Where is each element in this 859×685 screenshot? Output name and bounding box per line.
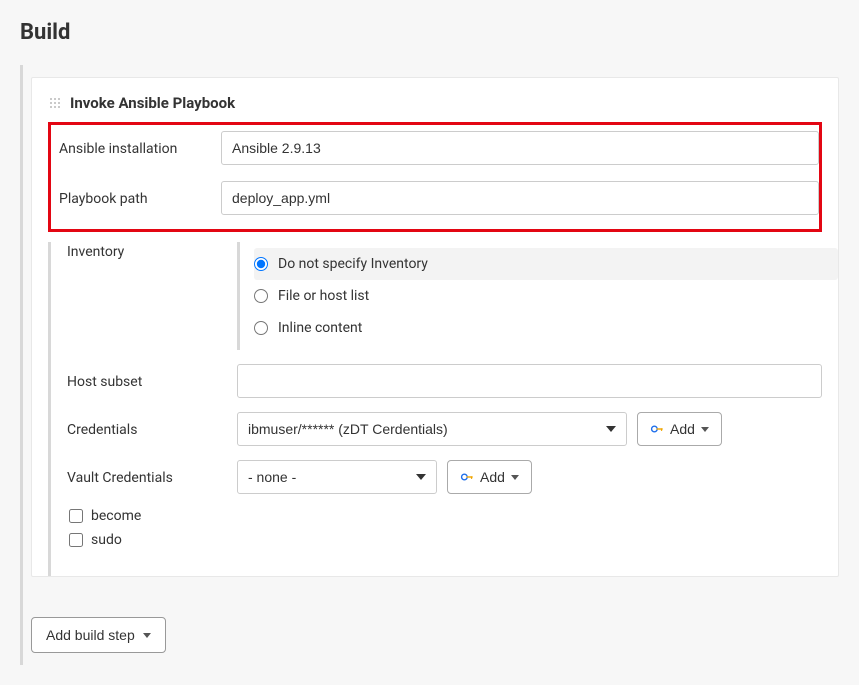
- add-build-step-button[interactable]: Add build step: [31, 617, 166, 653]
- label-inventory: Inventory: [67, 242, 217, 260]
- row-credentials: Credentials ibmuser/****** (zDT Cerdenti…: [67, 412, 822, 446]
- checkbox-become[interactable]: become: [67, 508, 822, 524]
- row-host-subset: Host subset: [67, 364, 822, 398]
- inventory-radio-group: Do not specify Inventory File or host li…: [237, 242, 822, 350]
- highlighted-region: Ansible installation Playbook path: [48, 122, 822, 232]
- radio-inventory-file[interactable]: File or host list: [254, 280, 822, 312]
- caret-down-icon: [143, 633, 151, 638]
- caret-down-icon: [511, 475, 519, 480]
- radio-input-inventory-none[interactable]: [254, 257, 268, 271]
- checkbox-label-sudo: sudo: [91, 532, 122, 548]
- input-playbook-path[interactable]: [221, 181, 819, 215]
- radio-inventory-none[interactable]: Do not specify Inventory: [254, 248, 838, 280]
- build-step-header: Invoke Ansible Playbook: [48, 94, 822, 112]
- row-playbook-path: Playbook path: [51, 177, 819, 219]
- add-vault-credentials-button[interactable]: Add: [447, 460, 532, 494]
- radio-label-inventory-none: Do not specify Inventory: [278, 256, 428, 272]
- add-credentials-label: Add: [670, 421, 695, 437]
- build-step-body: Inventory Do not specify Inventory File …: [48, 242, 822, 576]
- add-vault-credentials-label: Add: [480, 469, 505, 485]
- footer-actions: Add build step: [31, 617, 839, 653]
- radio-input-inventory-file[interactable]: [254, 289, 268, 303]
- add-credentials-button[interactable]: Add: [637, 412, 722, 446]
- radio-inventory-inline[interactable]: Inline content: [254, 312, 822, 344]
- build-steps-container: Invoke Ansible Playbook Ansible installa…: [20, 65, 839, 665]
- radio-label-inventory-file: File or host list: [278, 288, 369, 304]
- row-vault-credentials: Vault Credentials - none - Add: [67, 460, 822, 494]
- row-ansible-installation: Ansible installation: [51, 127, 819, 169]
- checkbox-sudo[interactable]: sudo: [67, 532, 822, 548]
- label-vault-credentials: Vault Credentials: [67, 468, 217, 486]
- caret-down-icon: [701, 427, 709, 432]
- label-credentials: Credentials: [67, 420, 217, 438]
- row-inventory: Inventory Do not specify Inventory File …: [67, 242, 822, 350]
- key-icon: [460, 470, 474, 484]
- label-playbook-path: Playbook path: [51, 189, 201, 207]
- drag-handle-icon[interactable]: [48, 96, 62, 110]
- label-ansible-installation: Ansible installation: [51, 139, 201, 157]
- key-icon: [650, 422, 664, 436]
- page-title: Build: [20, 20, 839, 45]
- input-ansible-installation[interactable]: [221, 131, 819, 165]
- label-host-subset: Host subset: [67, 372, 217, 390]
- checkbox-label-become: become: [91, 508, 141, 524]
- radio-label-inventory-inline: Inline content: [278, 320, 362, 336]
- select-vault-credentials[interactable]: - none -: [237, 460, 437, 494]
- add-build-step-label: Add build step: [46, 627, 135, 643]
- select-credentials[interactable]: ibmuser/****** (zDT Cerdentials): [237, 412, 627, 446]
- checkbox-input-become[interactable]: [69, 509, 83, 523]
- build-step-card: Invoke Ansible Playbook Ansible installa…: [31, 77, 839, 577]
- build-step-title: Invoke Ansible Playbook: [70, 94, 235, 112]
- radio-input-inventory-inline[interactable]: [254, 321, 268, 335]
- checkbox-input-sudo[interactable]: [69, 533, 83, 547]
- input-host-subset[interactable]: [237, 364, 822, 398]
